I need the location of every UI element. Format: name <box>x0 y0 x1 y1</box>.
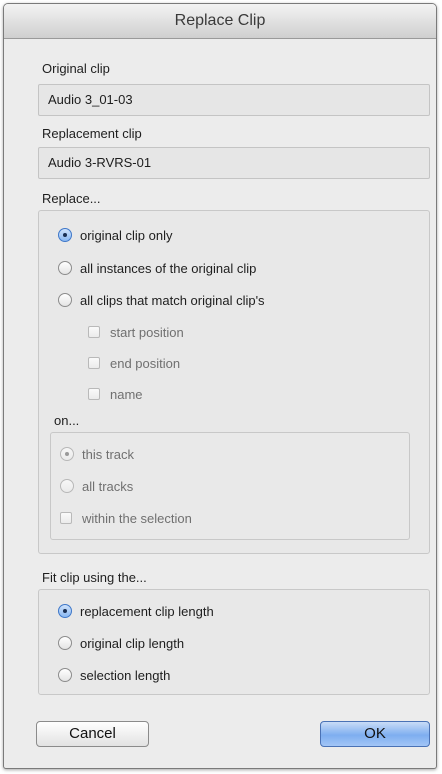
ok-button[interactable]: OK <box>320 721 430 747</box>
radio-original-clip-only[interactable]: original clip only <box>58 225 173 245</box>
checkbox-icon <box>88 326 100 338</box>
replace-clip-dialog: Replace Clip Original clip Audio 3_01-03… <box>3 3 437 769</box>
checkbox-icon <box>88 357 100 369</box>
radio-selection-length[interactable]: selection length <box>58 665 170 685</box>
original-clip-field: Audio 3_01-03 <box>38 84 430 116</box>
checkbox-name[interactable]: name <box>88 384 143 404</box>
radio-all-instances[interactable]: all instances of the original clip <box>58 258 256 278</box>
checkbox-icon <box>60 512 72 524</box>
original-clip-label: Original clip <box>42 61 110 76</box>
cancel-button[interactable]: Cancel <box>36 721 149 747</box>
checkbox-start-position[interactable]: start position <box>88 322 184 342</box>
radio-original-clip-length[interactable]: original clip length <box>58 633 184 653</box>
replace-label: Replace... <box>42 191 101 206</box>
checkbox-within-selection[interactable]: within the selection <box>60 508 192 528</box>
radio-button-selected-icon <box>58 228 72 242</box>
radio-button-icon <box>58 261 72 275</box>
radio-button-selected-icon <box>58 604 72 618</box>
radio-button-icon <box>60 479 74 493</box>
radio-button-icon <box>58 293 72 307</box>
fit-clip-label: Fit clip using the... <box>42 570 147 585</box>
checkbox-end-position[interactable]: end position <box>88 353 180 373</box>
dialog-title: Replace Clip <box>4 4 436 39</box>
radio-button-icon <box>58 636 72 650</box>
radio-all-matching-clips[interactable]: all clips that match original clip's <box>58 290 265 310</box>
on-label: on... <box>54 413 80 428</box>
radio-replacement-clip-length[interactable]: replacement clip length <box>58 601 214 621</box>
replacement-clip-field: Audio 3-RVRS-01 <box>38 147 430 179</box>
checkbox-icon <box>88 388 100 400</box>
radio-all-tracks[interactable]: all tracks <box>60 476 133 496</box>
radio-button-selected-icon <box>60 447 74 461</box>
original-clip-value: Audio 3_01-03 <box>48 92 133 107</box>
radio-this-track[interactable]: this track <box>60 444 134 464</box>
replacement-clip-label: Replacement clip <box>42 126 142 141</box>
radio-button-icon <box>58 668 72 682</box>
replacement-clip-value: Audio 3-RVRS-01 <box>48 155 152 170</box>
